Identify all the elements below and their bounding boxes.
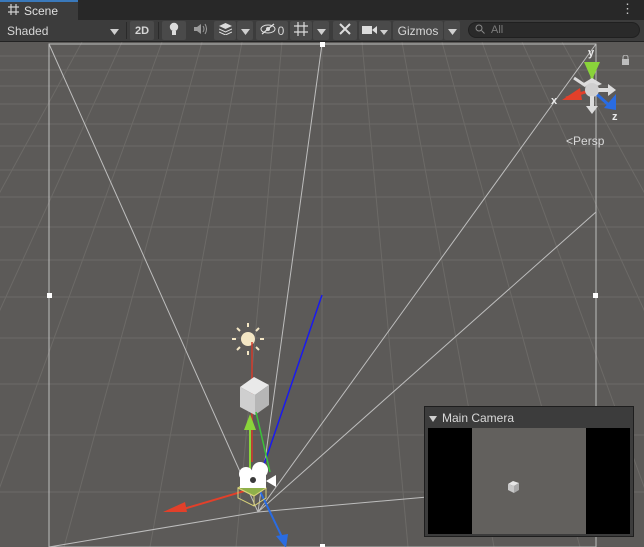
more-options-icon[interactable]: ⋮	[621, 2, 634, 16]
dropdown-arrow-icon	[110, 24, 119, 38]
effects-dropdown-button[interactable]	[237, 21, 253, 40]
camera-settings-button[interactable]	[359, 21, 391, 40]
lock-icon[interactable]	[621, 54, 630, 68]
toolbar-separator	[126, 22, 127, 39]
eye-slash-icon	[260, 23, 276, 38]
grid-snap-icon	[294, 22, 308, 39]
preview-cube	[508, 481, 519, 493]
dropdown-arrow-icon	[447, 24, 457, 38]
scene-viewport[interactable]: y x z <Persp Main Camera	[0, 42, 644, 547]
speaker-icon	[193, 23, 207, 38]
camera-render	[472, 428, 586, 534]
draw-mode-label: Shaded	[7, 23, 49, 38]
gizmos-button[interactable]: Gizmos	[393, 21, 443, 40]
cube-object[interactable]	[240, 377, 269, 415]
axis-y-label: y	[588, 47, 595, 59]
projection-label: Persp	[573, 134, 605, 148]
axis-x-label: x	[551, 95, 558, 107]
dropdown-arrow-icon	[316, 24, 326, 38]
dropdown-arrow-icon	[240, 24, 250, 38]
orientation-gizmo[interactable]: y x z	[548, 46, 628, 126]
lightbulb-icon	[168, 22, 180, 39]
toggle-2d-button[interactable]: 2D	[130, 21, 154, 40]
gizmos-dropdown-button[interactable]	[444, 21, 460, 40]
hidden-objects-toggle[interactable]: 0	[256, 21, 288, 40]
tab-scene[interactable]: Scene	[0, 0, 78, 20]
layers-icon	[218, 23, 232, 38]
camera-gizmo-icon[interactable]	[239, 462, 276, 488]
tab-bar: Scene ⋮	[0, 0, 644, 20]
effects-toggle-button[interactable]	[214, 21, 236, 40]
dropdown-arrow-icon	[380, 24, 388, 38]
search-placeholder: All	[491, 24, 504, 36]
lighting-toggle-button[interactable]	[162, 21, 186, 40]
camera-preview-title: Main Camera	[442, 411, 515, 425]
grid-icon	[8, 4, 19, 18]
wrench-icon	[338, 22, 352, 39]
collapse-triangle-icon	[429, 411, 437, 425]
projection-toggle[interactable]: <Persp	[566, 134, 604, 148]
camera-preview-view	[428, 428, 630, 534]
axis-z-label: z	[612, 111, 618, 123]
draw-mode-dropdown[interactable]: Shaded	[0, 21, 126, 40]
grid-dropdown-button[interactable]	[313, 21, 329, 40]
search-icon	[475, 24, 485, 37]
tools-toggle-button[interactable]	[333, 21, 357, 40]
video-camera-icon	[362, 24, 377, 38]
tab-scene-label: Scene	[24, 4, 59, 18]
hidden-count: 0	[277, 23, 285, 38]
toolbar-separator	[158, 22, 159, 39]
audio-toggle-button[interactable]	[188, 21, 212, 40]
scene-toolbar: Shaded 2D 0 Gizmos All	[0, 20, 644, 42]
camera-preview-header[interactable]: Main Camera	[429, 411, 514, 425]
toggle-2d-label: 2D	[134, 24, 150, 37]
search-input[interactable]: All	[468, 22, 640, 38]
chevron-left-icon: <	[566, 134, 574, 148]
grid-toggle-button[interactable]	[290, 21, 312, 40]
gizmos-label: Gizmos	[397, 23, 439, 38]
camera-preview-panel: Main Camera	[424, 406, 634, 537]
